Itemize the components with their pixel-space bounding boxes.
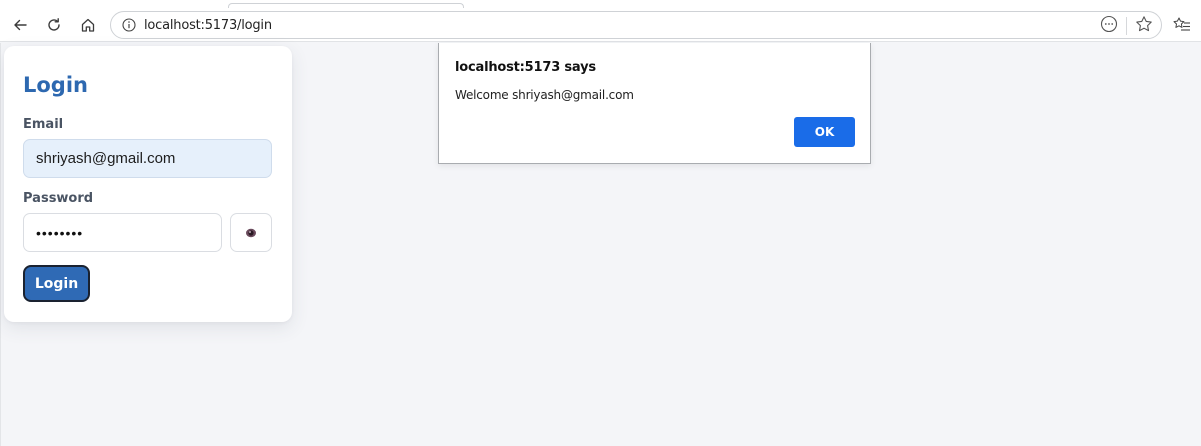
url-text[interactable]: localhost:5173/login bbox=[144, 18, 272, 33]
divider bbox=[1126, 17, 1127, 35]
email-label: Email bbox=[23, 117, 64, 132]
info-icon[interactable] bbox=[121, 17, 137, 33]
eye-icon bbox=[246, 228, 256, 237]
ok-button[interactable]: OK bbox=[794, 117, 855, 147]
page-title: Login bbox=[23, 73, 88, 97]
alert-dialog: localhost:5173 says Welcome shriyash@gma… bbox=[438, 43, 871, 164]
browser-toolbar: localhost:5173/login bbox=[0, 8, 1201, 42]
back-arrow-icon bbox=[14, 19, 27, 31]
home-icon bbox=[81, 18, 95, 32]
more-icon[interactable] bbox=[1100, 15, 1118, 38]
email-field[interactable] bbox=[23, 139, 272, 178]
tab-strip bbox=[0, 0, 1201, 8]
address-bar[interactable]: localhost:5173/login bbox=[110, 11, 1162, 39]
back-button[interactable] bbox=[8, 13, 32, 37]
password-field[interactable] bbox=[23, 213, 222, 252]
password-label: Password bbox=[23, 191, 94, 206]
dialog-message: Welcome shriyash@gmail.com bbox=[455, 88, 634, 102]
password-visibility-toggle[interactable] bbox=[230, 213, 272, 252]
favorites-list-icon bbox=[1173, 17, 1190, 31]
star-icon[interactable] bbox=[1135, 15, 1153, 38]
dialog-title: localhost:5173 says bbox=[455, 60, 596, 75]
login-card: Login Email Password Login bbox=[4, 46, 292, 322]
refresh-button[interactable] bbox=[42, 13, 66, 37]
home-button[interactable] bbox=[76, 13, 100, 37]
login-button[interactable]: Login bbox=[23, 265, 90, 302]
refresh-icon bbox=[48, 18, 60, 31]
favorites-button[interactable] bbox=[1170, 13, 1194, 37]
address-bar-actions bbox=[1100, 15, 1153, 38]
